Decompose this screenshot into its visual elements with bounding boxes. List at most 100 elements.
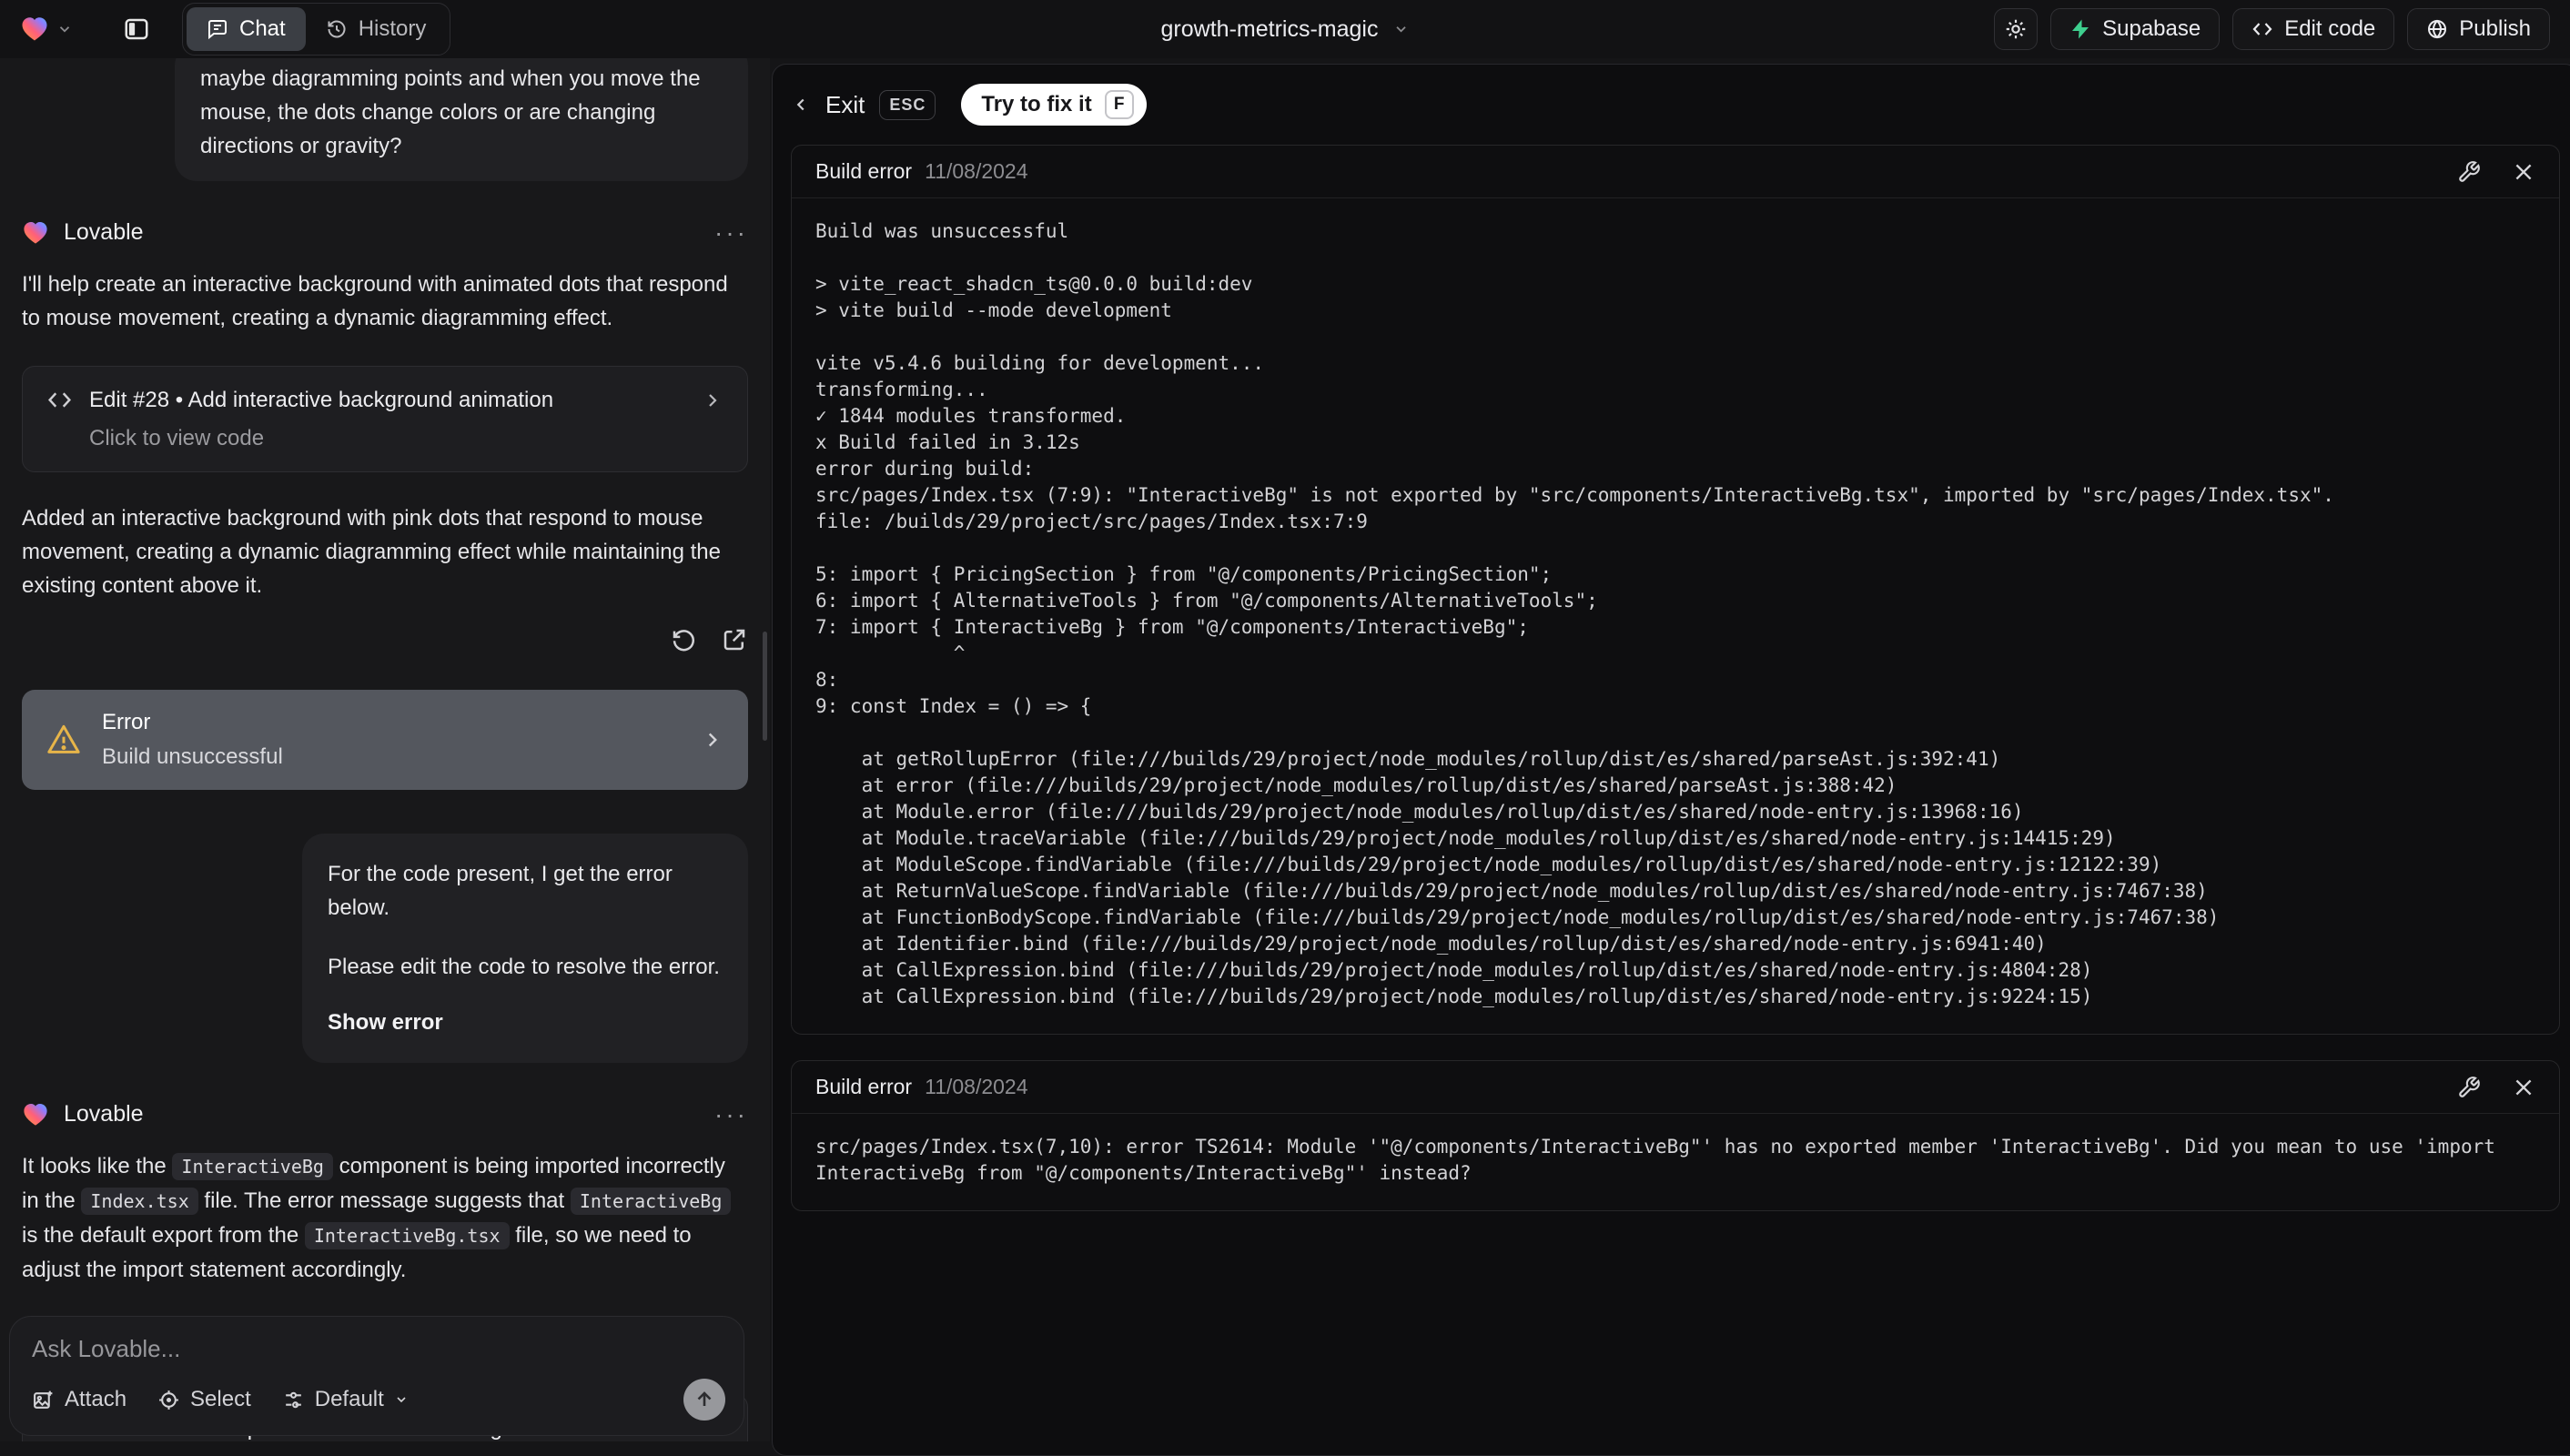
build-error-panel-1: Build error 11/08/2024 Build was unsucce… — [791, 145, 2560, 1035]
chat-input[interactable] — [32, 1335, 722, 1363]
error-panel-date: 11/08/2024 — [925, 1075, 1028, 1098]
tab-history-label: History — [358, 16, 427, 41]
supabase-label: Supabase — [2102, 16, 2201, 41]
lovable-heart-icon — [22, 17, 47, 41]
error-panel-body: src/pages/Index.tsx(7,10): error TS2614:… — [792, 1114, 2559, 1210]
close-panel-button[interactable] — [2512, 1076, 2535, 1099]
user-message: maybe diagramming points and when you mo… — [175, 58, 748, 181]
arrow-up-icon — [697, 1391, 712, 1406]
edit-card-subtitle: Click to view code — [89, 426, 265, 450]
chevron-down-icon — [1396, 26, 1406, 33]
chevron-down-icon — [397, 1397, 406, 1403]
attach-button[interactable]: Attach — [32, 1387, 126, 1412]
chat-composer: Attach Select Default — [9, 1316, 744, 1436]
project-name: growth-metrics-magic — [1160, 15, 1379, 42]
edit-card-28[interactable]: Edit #28 • Add interactive background an… — [22, 366, 748, 472]
build-error-panel-2: Build error 11/08/2024 src/pages/Index.t… — [791, 1060, 2560, 1211]
settings-button[interactable] — [1994, 8, 2039, 50]
chat-scrollbar[interactable] — [763, 632, 767, 741]
target-icon — [159, 1390, 178, 1410]
message-menu-button[interactable]: ··· — [714, 219, 748, 245]
tab-history[interactable]: History — [306, 7, 447, 51]
mode-dropdown[interactable]: Default — [282, 1387, 409, 1412]
topbar-actions: Supabase Edit code Publish — [1994, 8, 2550, 50]
error-panel-date: 11/08/2024 — [925, 159, 1028, 183]
close-icon — [2515, 164, 2532, 179]
sidebar-toggle-button[interactable] — [115, 7, 158, 51]
exit-label: Exit — [825, 90, 865, 118]
error-panel-title: Build error — [815, 1075, 913, 1098]
user-message-text: maybe diagramming points and when you mo… — [200, 66, 701, 158]
wrench-icon — [2459, 1076, 2480, 1097]
chevron-right-icon — [709, 393, 717, 407]
chevron-down-icon — [59, 26, 70, 33]
user-message-line: Please edit the code to resolve the erro… — [328, 955, 720, 979]
preview-header: Exit ESC Try to fix it F — [791, 79, 2560, 130]
error-panel-header: Build error 11/08/2024 — [792, 1061, 2559, 1114]
image-attach-icon — [34, 1390, 53, 1409]
top-bar: Chat History growth-metrics-magic Supaba… — [0, 0, 2570, 58]
build-error-log: src/pages/Index.tsx(7,10): error TS2614:… — [815, 1136, 2507, 1184]
wrench-icon — [2459, 160, 2480, 182]
exit-button[interactable]: Exit ESC — [791, 89, 936, 120]
f-key-badge: F — [1104, 90, 1134, 119]
user-message-line: For the code present, I get the error be… — [328, 862, 673, 920]
show-error-link[interactable]: Show error — [328, 1006, 723, 1039]
chat-icon — [208, 20, 227, 40]
code-brackets-icon — [2252, 23, 2272, 35]
chat-history-tabs: Chat History — [182, 3, 451, 56]
external-link-icon — [723, 629, 745, 651]
retry-button[interactable] — [670, 626, 697, 653]
chevron-left-icon — [796, 98, 804, 111]
tab-chat[interactable]: Chat — [187, 7, 306, 51]
supabase-button[interactable]: Supabase — [2050, 8, 2221, 50]
close-panel-button[interactable] — [2512, 160, 2535, 184]
close-icon — [2515, 1079, 2532, 1095]
open-preview-button[interactable] — [721, 626, 748, 653]
chevron-right-icon — [708, 733, 717, 747]
code-brackets-icon — [47, 392, 72, 408]
error-panel-header: Build error 11/08/2024 — [792, 146, 2559, 198]
lovable-heart-icon — [24, 221, 47, 244]
gear-icon — [2006, 19, 2026, 39]
error-panel-body: Build was unsuccessful > vite_react_shad… — [792, 198, 2559, 1034]
assistant-fix-intro: It looks like the InteractiveBg componen… — [22, 1149, 748, 1287]
build-error-card[interactable]: Error Build unsuccessful — [22, 690, 748, 790]
publish-button[interactable]: Publish — [2407, 8, 2550, 50]
history-clock-icon — [328, 20, 346, 38]
error-card-title: Error — [102, 710, 151, 734]
edit-code-button[interactable]: Edit code — [2232, 8, 2395, 50]
edit-card-title: Edit #28 • Add interactive background an… — [89, 387, 554, 412]
tab-chat-label: Chat — [239, 16, 286, 41]
build-error-log: Build was unsuccessful > vite_react_shad… — [815, 220, 2334, 1007]
panel-left-icon — [125, 18, 148, 40]
assistant-intro: I'll help create an interactive backgrou… — [22, 272, 728, 330]
project-switcher[interactable]: growth-metrics-magic — [1161, 16, 1410, 43]
error-card-subtitle: Build unsuccessful — [102, 744, 283, 769]
fix-with-ai-button[interactable] — [2457, 160, 2481, 184]
try-to-fix-label: Try to fix it — [981, 92, 1092, 116]
lovable-logo-menu[interactable] — [20, 15, 73, 43]
fix-with-ai-button[interactable] — [2457, 1076, 2481, 1099]
globe-icon — [2428, 19, 2447, 39]
chat-panel: maybe diagramming points and when you mo… — [0, 58, 770, 1441]
sliders-icon — [285, 1391, 301, 1408]
inline-code: InteractiveBg — [570, 1188, 732, 1215]
assistant-name: Lovable — [64, 219, 144, 245]
select-label: Select — [190, 1387, 251, 1411]
message-actions — [22, 626, 748, 653]
inline-code: InteractiveBg — [172, 1153, 333, 1180]
error-panel-title: Build error — [815, 159, 913, 183]
send-button[interactable] — [683, 1379, 725, 1421]
message-menu-button[interactable]: ··· — [714, 1101, 748, 1127]
publish-label: Publish — [2459, 16, 2531, 41]
mode-label: Default — [314, 1387, 384, 1411]
select-element-button[interactable]: Select — [157, 1387, 251, 1412]
attach-label: Attach — [65, 1387, 127, 1411]
try-to-fix-button[interactable]: Try to fix it F — [961, 84, 1147, 126]
inline-code: InteractiveBg.tsx — [304, 1222, 510, 1249]
lovable-heart-icon — [24, 1103, 47, 1126]
assistant-summary: Added an interactive background with pin… — [22, 506, 721, 598]
user-message: For the code present, I get the error be… — [302, 834, 748, 1063]
inline-code: Index.tsx — [81, 1188, 198, 1215]
